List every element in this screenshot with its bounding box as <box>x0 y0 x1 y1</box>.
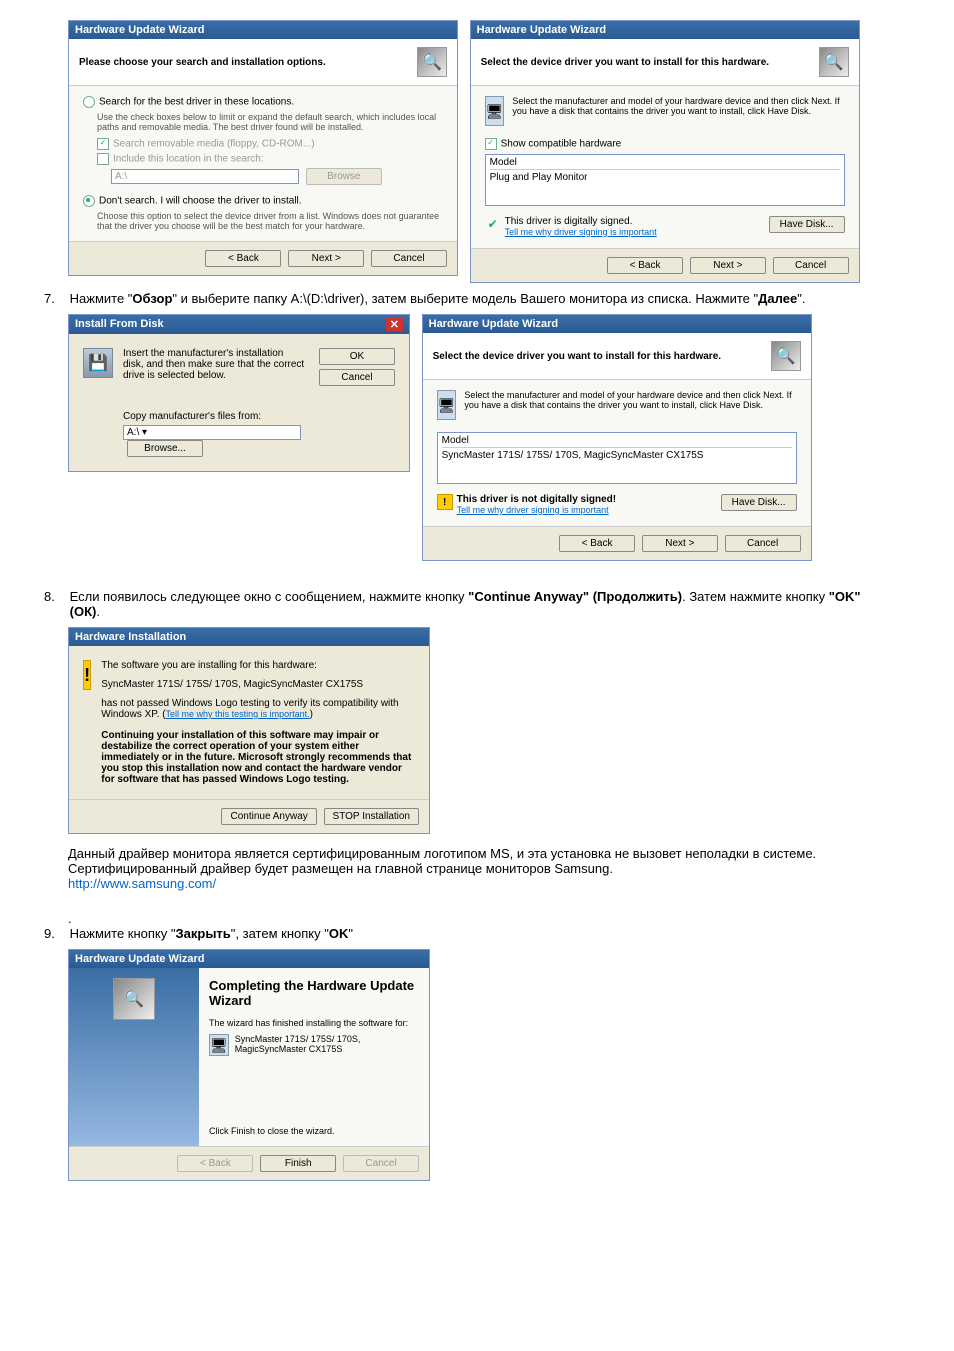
back-button: < Back <box>177 1155 253 1172</box>
check-removable-label: Search removable media (floppy, CD-ROM..… <box>113 139 315 150</box>
signing-link[interactable]: Tell me why driver signing is important <box>505 227 657 237</box>
next-button[interactable]: Next > <box>690 257 766 274</box>
stop-installation-button[interactable]: STOP Installation <box>324 808 419 825</box>
cancel-button[interactable]: Cancel <box>773 257 849 274</box>
titlebar: Hardware Update Wizard <box>69 950 429 968</box>
close-icon[interactable]: ✕ <box>386 318 403 331</box>
cancel-button[interactable]: Cancel <box>319 369 395 386</box>
wizard-icon: 🔍 <box>417 47 447 77</box>
radio-search-best-label: Search for the best driver in these loca… <box>99 97 294 108</box>
finish-button[interactable]: Finish <box>260 1155 336 1172</box>
titlebar: Hardware Update Wizard <box>423 315 811 333</box>
ifd-message: Insert the manufacturer's installation d… <box>123 348 305 381</box>
model-header: Model <box>442 435 792 448</box>
wizard-header: Select the device driver you want to ins… <box>433 351 721 362</box>
check-removable <box>97 138 109 150</box>
have-disk-button[interactable]: Have Disk... <box>721 494 797 511</box>
titlebar: Install From Disk ✕ <box>69 315 409 334</box>
step-9-text: Нажмите кнопку "Закрыть", затем кнопку "… <box>70 926 890 941</box>
model-header: Model <box>490 157 840 170</box>
wizard-icon: 🔍 <box>819 47 849 77</box>
model-text: SyncMaster 171S/ 175S/ 170S, MagicSyncMa… <box>235 1034 419 1056</box>
titlebar: Hardware Installation <box>69 628 429 646</box>
wizard-header: Please choose your search and installati… <box>79 57 326 68</box>
copy-from-label: Copy manufacturer's files from: <box>123 411 305 422</box>
cancel-button[interactable]: Cancel <box>371 250 447 267</box>
monitor-icon: 🖥 <box>485 96 505 126</box>
hw-line1: The software you are installing for this… <box>101 660 415 671</box>
wizard-desc: Select the manufacturer and model of you… <box>512 96 844 126</box>
radio-dont-search[interactable] <box>83 195 95 207</box>
back-button[interactable]: < Back <box>559 535 635 552</box>
step-number: 9. <box>44 926 66 941</box>
browse-button: Browse <box>306 168 382 185</box>
monitor-icon: 🖥 <box>209 1034 229 1056</box>
next-button[interactable]: Next > <box>288 250 364 267</box>
radio-search-best[interactable] <box>83 96 95 108</box>
cancel-button[interactable]: Cancel <box>725 535 801 552</box>
hardware-update-wizard-search: Hardware Update Wizard Please choose you… <box>68 20 458 276</box>
not-signed-text: This driver is not digitally signed! <box>457 494 616 505</box>
back-button[interactable]: < Back <box>205 250 281 267</box>
model-list[interactable]: Model Plug and Play Monitor <box>485 154 845 206</box>
click-finish-text: Click Finish to close the wizard. <box>209 1126 419 1136</box>
check-include-location-label: Include this location in the search: <box>113 154 264 165</box>
warning-icon: ! <box>437 494 453 510</box>
hw-warning: Continuing your installation of this sof… <box>101 730 415 785</box>
hw-line3: has not passed Windows Logo testing to v… <box>101 698 415 720</box>
back-button[interactable]: < Back <box>607 257 683 274</box>
path-combo[interactable]: A:\ ▾ <box>123 425 301 440</box>
samsung-link[interactable]: http://www.samsung.com/ <box>68 876 914 891</box>
radio-search-best-desc: Use the check boxes below to limit or ex… <box>97 112 443 132</box>
wizard-icon: 🔍 <box>771 341 801 371</box>
browse-button[interactable]: Browse... <box>127 440 203 457</box>
hardware-update-wizard-complete: Hardware Update Wizard 🔍 Completing the … <box>68 949 430 1181</box>
wizard-desc: Select the manufacturer and model of you… <box>464 390 796 420</box>
path-input: A:\ <box>111 169 299 184</box>
step-8-note: Данный драйвер монитора является сертифи… <box>68 846 914 876</box>
hardware-update-wizard-select: Hardware Update Wizard Select the device… <box>470 20 860 283</box>
next-button[interactable]: Next > <box>642 535 718 552</box>
model-item[interactable]: SyncMaster 171S/ 175S/ 170S, MagicSyncMa… <box>442 450 792 461</box>
signed-text: This driver is digitally signed. <box>505 216 657 227</box>
hw-line2: SyncMaster 171S/ 175S/ 170S, MagicSyncMa… <box>101 679 415 690</box>
complete-heading: Completing the Hardware Update Wizard <box>209 978 419 1008</box>
signed-icon: ✔ <box>485 216 501 232</box>
hardware-update-wizard-select-model: Hardware Update Wizard Select the device… <box>422 314 812 561</box>
logo-testing-link[interactable]: Tell me why this testing is important. <box>166 709 310 719</box>
monitor-icon: 🖥 <box>437 390 457 420</box>
cancel-button: Cancel <box>343 1155 419 1172</box>
radio-dont-search-label: Don't search. I will choose the driver t… <box>99 196 302 207</box>
wizard-icon: 🔍 <box>113 978 155 1020</box>
step-number: 8. <box>44 589 66 604</box>
check-include-location <box>97 153 109 165</box>
step-9-dot: . <box>68 911 914 926</box>
ok-button[interactable]: OK <box>319 348 395 365</box>
disk-icon: 💾 <box>83 348 113 378</box>
step-number: 7. <box>44 291 66 306</box>
radio-dont-search-desc: Choose this option to select the device … <box>97 211 443 231</box>
have-disk-button[interactable]: Have Disk... <box>769 216 845 233</box>
install-from-disk-dialog: Install From Disk ✕ 💾 Insert the manufac… <box>68 314 410 472</box>
step-8-text: Если появилось следующее окно с сообщени… <box>70 589 890 619</box>
hardware-installation-dialog: Hardware Installation ! The software you… <box>68 627 430 834</box>
step-7-text: Нажмите "Обзор" и выберите папку A:\(D:\… <box>70 291 890 306</box>
wizard-header: Select the device driver you want to ins… <box>481 57 769 68</box>
signing-link[interactable]: Tell me why driver signing is important <box>457 505 609 515</box>
model-item[interactable]: Plug and Play Monitor <box>490 172 840 183</box>
titlebar: Hardware Update Wizard <box>69 21 457 39</box>
model-list[interactable]: Model SyncMaster 171S/ 175S/ 170S, Magic… <box>437 432 797 484</box>
continue-anyway-button[interactable]: Continue Anyway <box>221 808 316 825</box>
warning-icon: ! <box>83 660 91 690</box>
check-show-compatible[interactable] <box>485 138 497 150</box>
titlebar: Hardware Update Wizard <box>471 21 859 39</box>
check-show-compatible-label: Show compatible hardware <box>501 139 622 150</box>
finished-text: The wizard has finished installing the s… <box>209 1018 419 1028</box>
